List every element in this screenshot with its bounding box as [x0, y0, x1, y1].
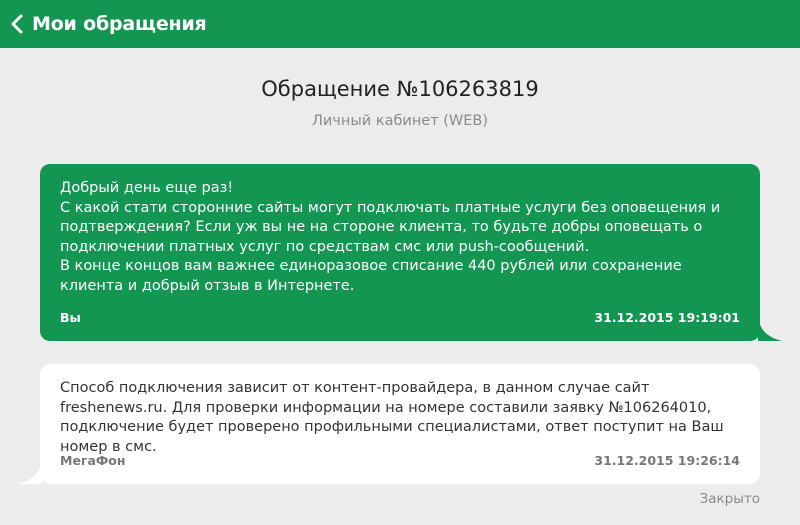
message-meta: Вы 31.12.2015 19:19:01	[60, 310, 740, 325]
message-bubble-user: Добрый день еще раз! С какой стати сторо…	[40, 164, 782, 341]
app-header: Мои обращения	[0, 0, 800, 48]
message-meta: МегаФон 31.12.2015 19:26:14	[60, 453, 740, 468]
ticket-title: Обращение №106263819	[261, 77, 539, 101]
message-bubble-support: Способ подключения зависит от контент-пр…	[18, 364, 760, 484]
message-text: Способ подключения зависит от контент-пр…	[60, 380, 724, 455]
header-title[interactable]: Мои обращения	[32, 13, 207, 35]
bubble-tail	[758, 317, 782, 341]
message-text: Добрый день еще раз! С какой стати сторо…	[60, 180, 721, 294]
message-timestamp: 31.12.2015 19:19:01	[594, 310, 740, 325]
chevron-left-icon[interactable]	[2, 0, 32, 48]
message-author: Вы	[60, 310, 81, 325]
message-author: МегаФон	[60, 453, 126, 468]
ticket-channel: Личный кабинет (WEB)	[311, 113, 489, 129]
bubble-tail	[18, 460, 42, 484]
message-timestamp: 31.12.2015 19:26:14	[594, 453, 740, 468]
ticket-status: Закрыто	[699, 491, 760, 507]
